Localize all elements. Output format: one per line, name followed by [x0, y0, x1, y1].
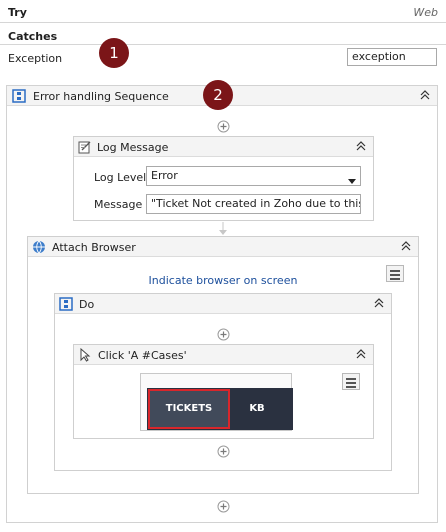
click-activity-header[interactable]: Click 'A #Cases': [74, 345, 373, 365]
exception-label[interactable]: Exception: [8, 52, 62, 65]
sequence-icon: [12, 89, 26, 106]
log-message-title: Log Message: [97, 141, 169, 154]
kb-tab: KB: [249, 403, 265, 414]
try-divider: [0, 22, 446, 23]
log-message-activity[interactable]: Log Message Log Level Error Message "Tic…: [73, 136, 374, 221]
dropdown-arrow-icon: [348, 173, 356, 185]
log-level-value: Error: [151, 169, 178, 182]
message-label: Message: [94, 198, 143, 211]
screenshot-nav-bar: TICKETS KB: [147, 388, 293, 430]
tickets-tab: TICKETS: [148, 389, 230, 429]
element-screenshot-preview[interactable]: TICKETS KB: [140, 373, 293, 431]
error-seq-title: Error handling Sequence: [33, 90, 169, 103]
attach-browser-header[interactable]: Attach Browser: [28, 237, 418, 257]
collapse-icon[interactable]: [419, 89, 431, 101]
options-menu-icon[interactable]: [386, 265, 404, 282]
collapse-icon[interactable]: [400, 240, 412, 252]
add-activity-icon[interactable]: [217, 500, 230, 513]
do-seq-title: Do: [79, 298, 95, 311]
do-seq-header[interactable]: Do: [55, 294, 391, 314]
add-activity-icon[interactable]: [217, 328, 230, 341]
log-message-icon: [78, 140, 92, 157]
collapse-icon[interactable]: [373, 297, 385, 309]
collapse-icon[interactable]: [355, 140, 367, 152]
catches-label: Catches: [8, 30, 58, 43]
try-label: Try: [8, 6, 27, 19]
click-cursor-icon: [78, 347, 92, 365]
attach-browser-title: Attach Browser: [52, 241, 136, 254]
catches-divider: [0, 44, 446, 45]
log-level-select[interactable]: Error: [146, 166, 361, 186]
log-message-header[interactable]: Log Message: [74, 137, 373, 157]
message-field[interactable]: "Ticket Not created in Zoho due to this …: [146, 194, 361, 214]
web-label: Web: [413, 6, 438, 19]
click-activity[interactable]: Click 'A #Cases' TICKETS KB: [73, 344, 374, 439]
annotation-badge-1: 1: [99, 38, 129, 68]
indicate-browser-link[interactable]: Indicate browser on screen: [28, 274, 418, 287]
log-level-label: Log Level: [94, 171, 147, 184]
options-menu-icon[interactable]: [342, 373, 360, 390]
click-activity-title: Click 'A #Cases': [98, 349, 187, 362]
exception-type-field[interactable]: exception: [347, 48, 437, 66]
annotation-badge-2: 2: [203, 80, 233, 110]
sequence-icon: [59, 297, 73, 314]
add-activity-icon[interactable]: [217, 120, 230, 133]
collapse-icon[interactable]: [355, 348, 367, 360]
browser-icon: [32, 240, 46, 257]
add-activity-icon[interactable]: [217, 445, 230, 458]
